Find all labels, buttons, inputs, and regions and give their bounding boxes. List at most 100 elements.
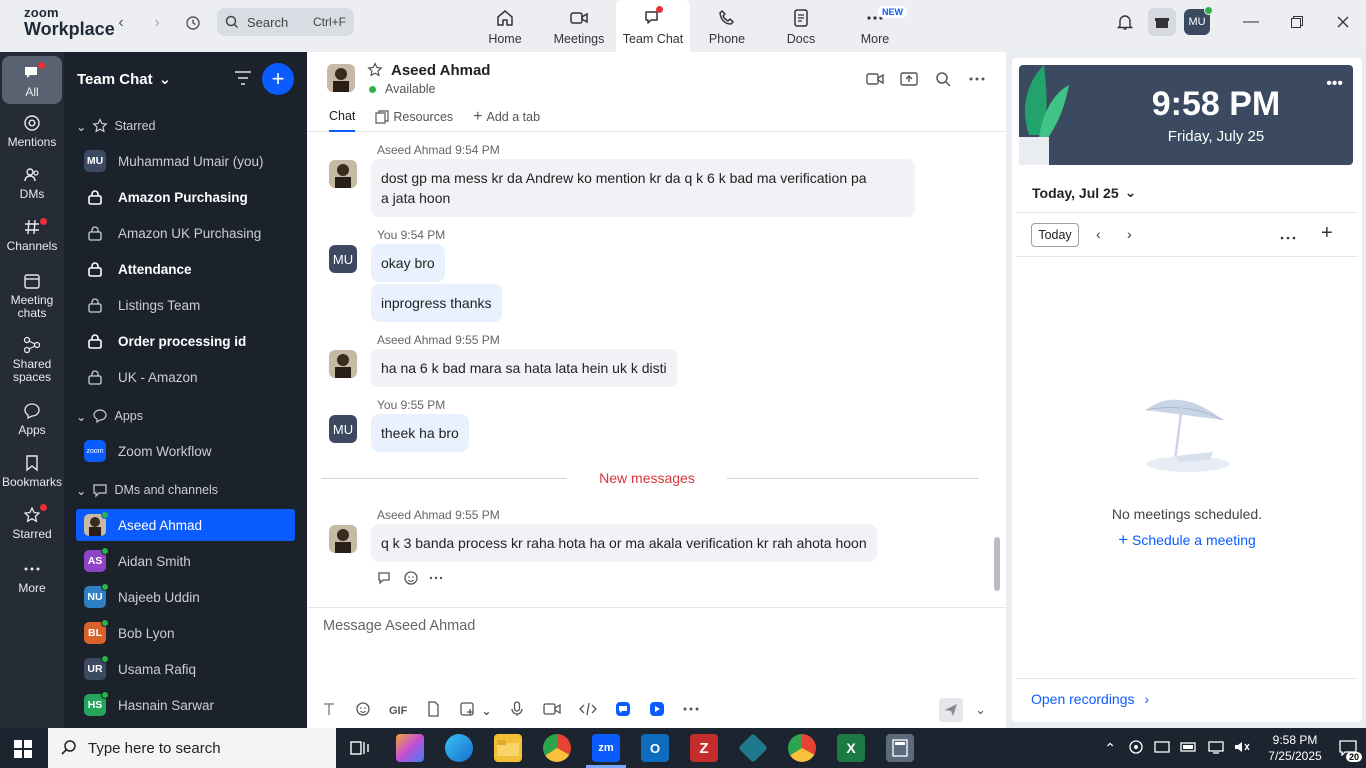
sidebar-item-zoom-workflow[interactable]: zoom Zoom Workflow: [76, 435, 295, 467]
app-chat-icon[interactable]: [615, 701, 631, 720]
section-dms-channels[interactable]: ⌄ DMs and channels: [76, 482, 218, 498]
notifications-bell-icon[interactable]: [1102, 0, 1148, 44]
send-icon[interactable]: [939, 698, 964, 722]
sidebar-item-amazon-uk-purchasing[interactable]: Amazon UK Purchasing: [76, 217, 295, 249]
star-icon[interactable]: [367, 62, 383, 81]
sender-avatar[interactable]: [329, 160, 357, 188]
chevron-up-icon[interactable]: ⌃: [1104, 740, 1116, 757]
text-format-icon[interactable]: [321, 701, 337, 720]
tab-chat[interactable]: Chat: [329, 108, 356, 132]
emoji-icon[interactable]: [355, 701, 371, 720]
chrome-profile-icon[interactable]: [788, 734, 816, 762]
excel-icon[interactable]: X: [837, 734, 865, 762]
message-bubble[interactable]: q k 3 banda process kr raha hota ha or m…: [371, 524, 877, 562]
app-clips-icon[interactable]: [649, 701, 665, 720]
message-bubble[interactable]: inprogress thanks: [371, 284, 502, 322]
history-icon[interactable]: [183, 13, 203, 33]
video-message-icon[interactable]: [543, 701, 562, 720]
message-bubble[interactable]: dost gp ma mess kr da Andrew ko mention …: [371, 159, 915, 217]
sidebar-title[interactable]: Team Chat ⌄: [77, 70, 171, 89]
minimize-button[interactable]: —: [1228, 0, 1274, 44]
calculator-icon[interactable]: [886, 734, 914, 762]
sidebar-item-bob-lyon[interactable]: BL Bob Lyon: [76, 617, 295, 649]
sidebar-item-aidan-smith[interactable]: AS Aidan Smith: [76, 545, 295, 577]
filezilla-icon[interactable]: Z: [690, 734, 718, 762]
search-box[interactable]: Search Ctrl+F: [217, 8, 354, 36]
sidebar-item-attendance[interactable]: Attendance: [76, 253, 295, 285]
message-bubble[interactable]: theek ha bro: [371, 414, 469, 452]
section-starred[interactable]: ⌄ Starred: [76, 118, 155, 134]
rail-more[interactable]: More: [2, 560, 62, 595]
nav-meetings[interactable]: Meetings: [542, 0, 616, 52]
sidebar-item-hasnain-sarwar[interactable]: HS Hasnain Sarwar: [76, 689, 295, 721]
my-avatar[interactable]: MU: [329, 415, 357, 443]
rail-dms[interactable]: DMs: [2, 166, 62, 201]
today-button[interactable]: Today: [1031, 223, 1079, 247]
section-apps[interactable]: ⌄ Apps: [76, 408, 143, 424]
volume-muted-icon[interactable]: [1234, 740, 1250, 757]
more-options-icon[interactable]: [968, 70, 986, 91]
file-explorer-icon[interactable]: [494, 734, 522, 762]
task-view-icon[interactable]: [346, 734, 374, 762]
app-diamond-icon[interactable]: [738, 733, 768, 763]
sidebar-item-najeeb-uddin[interactable]: NU Najeeb Uddin: [76, 581, 295, 613]
outlook-icon[interactable]: O: [641, 734, 669, 762]
reply-thread-icon[interactable]: [377, 570, 393, 589]
back-arrow-icon[interactable]: ‹: [111, 13, 131, 33]
camera-tray-icon[interactable]: [1128, 739, 1144, 758]
forward-arrow-icon[interactable]: ›: [147, 13, 167, 33]
sender-avatar[interactable]: [329, 525, 357, 553]
file-icon[interactable]: [425, 701, 441, 720]
add-reaction-icon[interactable]: [403, 570, 419, 589]
sidebar-item-uk-amazon[interactable]: UK - Amazon: [76, 361, 295, 393]
notifications-center[interactable]: 20: [1330, 728, 1366, 768]
more-options-icon[interactable]: •••: [1326, 75, 1343, 93]
microphone-icon[interactable]: [509, 701, 525, 720]
sidebar-item-usama-rafiq[interactable]: UR Usama Rafiq: [76, 653, 295, 685]
screenshot-icon[interactable]: [459, 701, 475, 720]
rail-bookmarks[interactable]: Bookmarks: [2, 454, 62, 489]
sender-avatar[interactable]: [329, 350, 357, 378]
windows-start-icon[interactable]: [14, 740, 32, 761]
sidebar-item-amazon-purchasing[interactable]: Amazon Purchasing: [76, 181, 295, 213]
rail-mentions[interactable]: Mentions: [2, 114, 62, 149]
message-bubble[interactable]: ha na 6 k bad mara sa hata lata hein uk …: [371, 349, 677, 387]
chevron-down-icon[interactable]: ⌄: [481, 704, 491, 718]
video-call-icon[interactable]: [866, 70, 884, 91]
tab-resources[interactable]: Resources: [375, 108, 453, 132]
contact-name[interactable]: Aseed Ahmad: [391, 62, 490, 79]
nav-docs[interactable]: Docs: [764, 0, 838, 52]
edge-browser-icon[interactable]: [445, 734, 473, 762]
rail-channels[interactable]: Channels: [2, 218, 62, 253]
restore-button[interactable]: [1274, 0, 1320, 44]
rail-meeting-chats[interactable]: Meeting chats: [2, 272, 62, 320]
taskbar-clock[interactable]: 9:58 PM 7/25/2025: [1260, 732, 1330, 764]
new-chat-button[interactable]: +: [262, 63, 294, 95]
user-avatar[interactable]: MU: [1184, 6, 1213, 35]
code-snippet-icon[interactable]: [579, 701, 598, 720]
contact-avatar[interactable]: [327, 64, 355, 92]
sidebar-item-muhammad-umair[interactable]: MU Muhammad Umair (you): [76, 145, 295, 177]
zoom-taskbar-icon[interactable]: zm: [592, 734, 620, 762]
my-avatar[interactable]: MU: [329, 245, 357, 273]
close-button[interactable]: [1320, 0, 1366, 44]
message-input[interactable]: Message Aseed Ahmad: [323, 618, 475, 634]
rail-apps[interactable]: Apps: [2, 402, 62, 437]
rail-shared-spaces[interactable]: Shared spaces: [2, 336, 62, 384]
battery-icon[interactable]: [1180, 741, 1198, 756]
open-recordings-link[interactable]: Open recordings ›: [1031, 691, 1149, 707]
sidebar-item-aseed-ahmad[interactable]: Aseed Ahmad: [76, 509, 295, 541]
message-composer[interactable]: Message Aseed Ahmad GIF ⌄ ⌄: [307, 607, 1006, 728]
chrome-browser-icon[interactable]: [543, 734, 571, 762]
filter-icon[interactable]: [234, 70, 252, 89]
next-day-icon[interactable]: ›: [1127, 226, 1132, 242]
gift-icon[interactable]: [1148, 8, 1176, 36]
more-options-icon[interactable]: [1280, 228, 1296, 244]
message-bubble[interactable]: okay bro: [371, 244, 445, 282]
nav-more[interactable]: NEW More: [838, 0, 912, 52]
nav-team-chat[interactable]: Team Chat: [616, 0, 690, 52]
rail-all[interactable]: All: [2, 56, 62, 104]
gif-button[interactable]: GIF: [389, 705, 407, 717]
nav-home[interactable]: Home: [468, 0, 542, 52]
schedule-meeting-link[interactable]: + Schedule a meeting: [1012, 530, 1362, 550]
